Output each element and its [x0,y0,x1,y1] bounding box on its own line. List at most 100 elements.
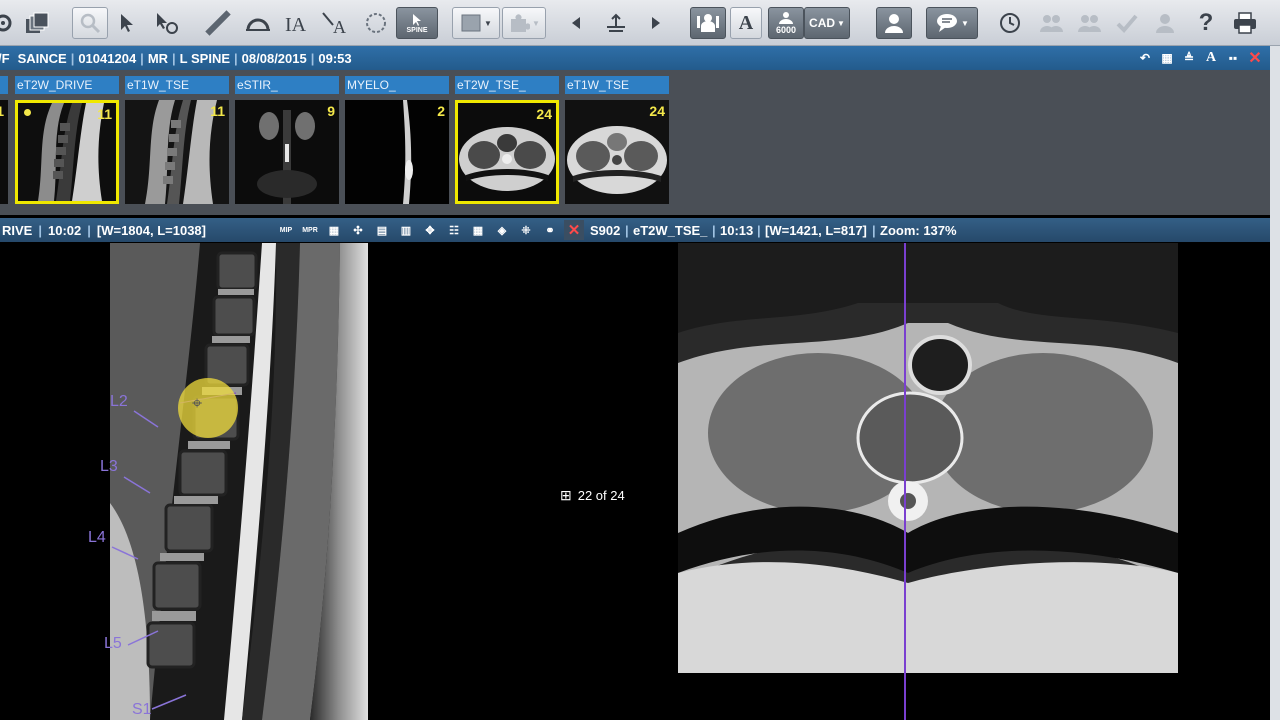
ellipse-icon[interactable] [358,7,394,39]
link-icon[interactable]: ⚭ [540,220,560,240]
series-image: 24 [565,100,669,204]
text-icon: A [738,11,754,34]
series-count: 24 [649,103,665,119]
mip-label: MIP [279,226,293,234]
spine-tool-label: SPINE [406,26,428,34]
main-toolbar: IA A SPINE ▼ ▼ A 6000 CAD ▼ ▼ ? [0,0,1280,46]
series-count: 9 [327,103,335,119]
clipboard-icon[interactable]: ▤ [372,220,392,240]
people-icon[interactable] [690,7,726,39]
stack-icon[interactable]: ≜ [1180,49,1198,67]
series-label: eT1W_TSE [565,76,669,94]
patient-name: SAINCE [17,50,67,66]
spine-label-icon [413,13,421,26]
grid-layout-icon[interactable]: ▦ [1158,49,1176,67]
viewport-info-bar: RIVE | 10:02 | [W=1804, L=1038] MIP MPR … [0,218,1270,242]
active-series-dot [24,109,31,116]
patient-bar-actions: ↶ ▦ ≜ A ▪▪ ✕ [1136,49,1264,67]
patient-id: 01041204 [78,50,137,66]
arrow-annotation-icon[interactable]: A [318,7,354,39]
patient-modality: MR [147,50,169,66]
study-time: 09:53 [318,50,352,66]
study-date: 08/08/2015 [241,50,307,66]
rectangle-tool-button[interactable]: ▼ [452,7,500,39]
layers-icon[interactable] [20,7,54,39]
right-panel-border [1270,46,1280,720]
counter-button[interactable]: 6000 [768,7,804,39]
spine-label-tool-button[interactable]: SPINE [396,7,438,39]
svg-text:IA: IA [285,14,307,35]
check-icon [1110,7,1144,39]
series-count: 11 [210,103,225,119]
series-image: 2 [345,100,449,204]
help-icon[interactable]: ? [1190,7,1222,39]
grid-icon[interactable]: ▦ [324,220,344,240]
right-view-window: [W=1421, L=817] [765,222,867,238]
series-count: 11 [97,106,112,122]
series-label: eT1W_TSE [125,76,229,94]
print-icon[interactable] [1228,7,1262,39]
series-thumbnail-et1w-tse[interactable]: eT1W_TSE 11 [125,76,229,204]
close-viewport-icon[interactable]: ✕ [564,220,584,240]
chat-button[interactable]: ▼ [926,7,978,39]
series-grid-icon[interactable]: ⊞ [560,487,572,504]
counter-icon [779,12,793,24]
right-view-series-id: S902 [590,222,621,238]
right-view-zoom: Zoom: 137% [880,222,957,238]
history-icon[interactable] [992,7,1028,39]
puzzle-tool-button[interactable]: ▼ [502,7,546,39]
mip-button[interactable]: MIP [276,220,296,240]
group-icon [1034,7,1068,39]
select-icon[interactable] [150,7,184,39]
text-tool-button[interactable]: A [730,7,762,39]
mpr-button[interactable]: MPR [300,220,320,240]
user-icon[interactable] [876,7,912,39]
series-thumbnail-et1w-tse-axial[interactable]: eT1W_TSE 24 [565,76,669,204]
left-view-series: RIVE [2,222,33,238]
cube-icon[interactable]: ◈ [492,220,512,240]
tiles-icon[interactable]: ⁜ [516,220,536,240]
pan-icon[interactable]: ✥ [420,220,440,240]
pointer-icon[interactable] [112,7,142,39]
series-image: 11 [15,100,119,204]
series-thumbnail-estir[interactable]: eSTIR_ 9 [235,76,339,204]
people-small-icon[interactable]: ☷ [444,220,464,240]
slice-position: ⊞ 22 of 24 [560,487,625,504]
undo-icon[interactable]: ↶ [1136,49,1154,67]
font-size-icon[interactable]: A [1202,49,1220,67]
series-thumbnail-myelo[interactable]: MYELO_ 2 [345,76,449,204]
series-image: 9 [235,100,339,204]
axial-viewport[interactable] [678,243,1270,720]
series-label: MYELO_ [345,76,449,94]
ruler-icon[interactable] [200,7,236,39]
group2-icon [1072,7,1106,39]
series-label: eT2W_DRIVE [15,76,119,94]
patient-body-part: L SPINE [179,50,231,66]
scale-icon[interactable] [600,7,632,39]
cad-button[interactable]: CAD ▼ [804,7,850,39]
svg-text:A: A [333,17,346,35]
left-view-time: 10:02 [47,222,82,238]
series-thumbnail-et2w-tse[interactable]: eT2W_TSE_ 24 [455,76,559,204]
right-view-series-name: eT2W_TSE_ [633,222,708,238]
close-study-icon[interactable]: ✕ [1246,49,1264,67]
series-thumbnail-partial[interactable]: 1 [0,76,8,204]
clipboard2-icon[interactable]: ▥ [396,220,416,240]
magnifier-icon[interactable] [72,7,108,39]
left-view-window: [W=1804, L=1038] [96,222,206,238]
puzzle-small-icon[interactable]: ✣ [348,220,368,240]
previous-icon[interactable] [562,7,590,39]
spine-label-arrows [111,410,187,710]
more-icon[interactable]: ▪▪ [1224,49,1242,67]
text-annotation-icon[interactable]: IA [280,7,314,39]
sagittal-viewport[interactable]: ⌖ L2 L3 L4 L5 S1 ⊞ 22 of 24 [0,243,674,720]
counter-label: 6000 [775,25,797,35]
layout-icon[interactable]: ▦ [468,220,488,240]
patient-info-bar: /F SAINCE | 01041204 | MR | L SPINE | 08… [0,46,1270,70]
next-icon[interactable] [642,7,670,39]
settings-icon[interactable] [0,7,14,39]
series-image: 24 [455,100,559,204]
series-image: 11 [125,100,229,204]
series-thumbnail-et2w-drive[interactable]: eT2W_DRIVE 11 [15,76,119,204]
angle-icon[interactable] [240,7,276,39]
